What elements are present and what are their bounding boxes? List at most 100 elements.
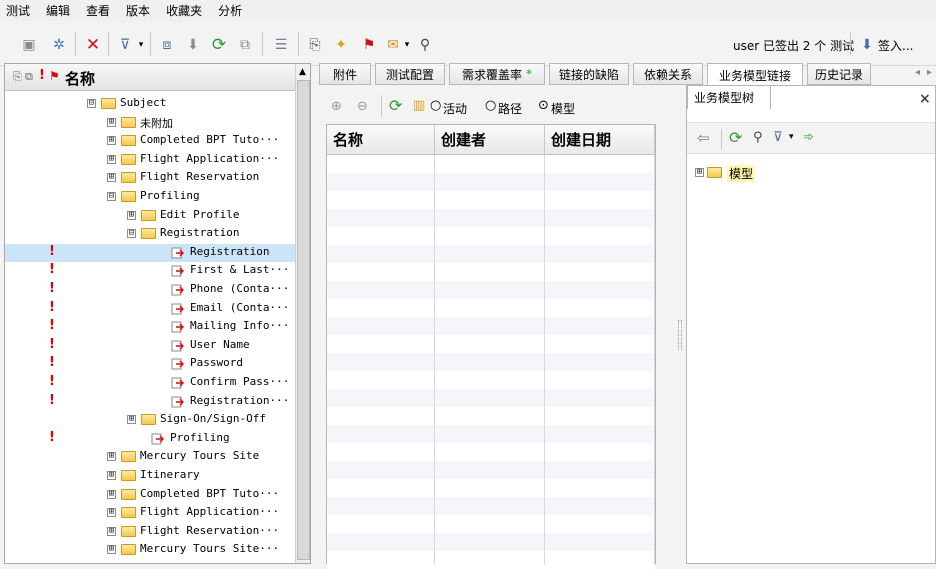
- tree-node-label: Mercury Tours Site···: [140, 542, 280, 556]
- expand-icon[interactable]: ⊞: [695, 168, 704, 177]
- tree-test-node[interactable]: ! Confirm Pass···: [5, 374, 295, 392]
- columns-icon[interactable]: ▥: [413, 98, 425, 113]
- expand-icon[interactable]: ⊞: [127, 415, 136, 425]
- tree-test-node[interactable]: ! First & Last···: [5, 262, 295, 280]
- tree-folder-node[interactable]: ⊟ Registration: [5, 225, 295, 243]
- tab-scroll-left-icon[interactable]: ◂: [915, 67, 920, 78]
- tree-name-header[interactable]: 名称: [65, 68, 95, 89]
- expand-icon[interactable]: ⊞: [107, 154, 116, 164]
- radio-activity[interactable]: ○: [430, 98, 441, 113]
- tab-test-configs[interactable]: 测试配置: [375, 63, 445, 85]
- filter-tree-icon[interactable]: ⊽: [773, 130, 783, 145]
- collapse-icon[interactable]: ⊟: [87, 99, 96, 108]
- details-icon[interactable]: ☰: [272, 36, 290, 54]
- menu-analysis[interactable]: 分析: [218, 2, 242, 19]
- tab-attachments[interactable]: 附件: [319, 63, 371, 85]
- tab-dependencies[interactable]: 依赖关系: [633, 63, 703, 85]
- checkin-icon[interactable]: ⬇: [858, 36, 876, 54]
- add-link-icon[interactable]: ⊕: [331, 99, 342, 114]
- tab-req-coverage[interactable]: 需求覆盖率 *: [449, 63, 545, 85]
- back-icon[interactable]: ⇦: [697, 129, 710, 147]
- add-to-set-icon[interactable]: ✦: [332, 36, 350, 54]
- expand-icon[interactable]: ⊞: [107, 471, 116, 480]
- tree-folder-node[interactable]: ⊞ Sign-On/Sign-Off: [5, 411, 295, 429]
- tree-folder-node[interactable]: ⊞ Mercury Tours Site···: [5, 541, 295, 559]
- col-creation-date[interactable]: 创建日期: [545, 125, 655, 155]
- links-grid: 名称 创建者 创建日期: [326, 124, 656, 569]
- model-root-node[interactable]: ⊞ 模型: [695, 164, 895, 182]
- expand-icon[interactable]: ⊞: [107, 489, 116, 499]
- tree-folder-node[interactable]: ⊞ Completed BPT Tuto···: [5, 132, 295, 150]
- tab-history[interactable]: 历史记录: [807, 63, 871, 85]
- search-icon[interactable]: ⚲: [753, 130, 763, 145]
- attachment-icon[interactable]: ⎘: [306, 36, 324, 54]
- tree-test-node[interactable]: ! Profiling: [5, 430, 295, 448]
- goto-icon[interactable]: ➾: [803, 130, 814, 145]
- tree-folder-node[interactable]: ⊞ Flight Application···: [5, 151, 295, 169]
- checkin-button[interactable]: 签入...: [878, 37, 913, 54]
- tree-test-node[interactable]: ! Email (Conta···: [5, 300, 295, 318]
- pane-splitter[interactable]: [678, 320, 682, 350]
- tab-scroll-right-icon[interactable]: ▸: [927, 67, 932, 78]
- tree-folder-node[interactable]: ⊟ Profiling: [5, 188, 295, 206]
- radio-path[interactable]: ○: [485, 98, 496, 113]
- menu-version[interactable]: 版本: [126, 2, 150, 19]
- refresh-icon[interactable]: ⟳: [210, 35, 228, 55]
- tree-test-node[interactable]: ! User Name: [5, 337, 295, 355]
- expand-icon[interactable]: ⊞: [107, 117, 116, 127]
- collapse-icon[interactable]: ⊟: [127, 229, 136, 239]
- tree-folder-node[interactable]: ⊞ Flight Reservation: [5, 169, 295, 187]
- tree-folder-node[interactable]: ⊞ Mercury Tours Site: [5, 448, 295, 466]
- menu-edit[interactable]: 编辑: [46, 2, 70, 19]
- tree-folder-node[interactable]: ⊞ 未附加: [5, 114, 295, 132]
- scroll-thumb[interactable]: [297, 80, 310, 560]
- tab-linked-defects[interactable]: 链接的缺陷: [549, 63, 629, 85]
- tree-folder-node[interactable]: ⊞ Itinerary: [5, 467, 295, 485]
- menu-test[interactable]: 测试: [6, 2, 30, 19]
- new-folder-icon[interactable]: ▣: [20, 36, 38, 54]
- tab-business-model-links[interactable]: 业务模型链接: [707, 63, 803, 87]
- remove-link-icon[interactable]: ⊖: [357, 99, 368, 114]
- close-icon[interactable]: ×: [919, 91, 931, 107]
- delete-icon[interactable]: ✕: [84, 35, 102, 55]
- expand-icon[interactable]: ⊞: [107, 173, 116, 183]
- col-author[interactable]: 创建者: [435, 125, 545, 155]
- refresh-links-icon[interactable]: ⟳: [389, 96, 402, 115]
- refresh-tree-icon[interactable]: ⟳: [729, 128, 742, 147]
- tree-folder-node[interactable]: ⊞ Flight Reservation···: [5, 523, 295, 541]
- new-test-icon[interactable]: ✲: [50, 36, 68, 54]
- find-icon[interactable]: ⚲: [416, 36, 434, 54]
- filter-tree-dropdown-icon[interactable]: ▾: [789, 132, 794, 142]
- tree-scrollbar[interactable]: ▲: [295, 64, 310, 563]
- tree-folder-node[interactable]: ⊞ Edit Profile: [5, 207, 295, 225]
- checkin-toolbar-icon[interactable]: ⬇: [184, 36, 202, 54]
- expand-icon[interactable]: ⊞: [107, 452, 116, 462]
- tree-test-node[interactable]: ! Registration···: [5, 393, 295, 411]
- expand-icon[interactable]: ⊞: [107, 526, 116, 536]
- tree-folder-node[interactable]: ⊞ Completed BPT Tuto···: [5, 486, 295, 504]
- tree-folder-node[interactable]: ⊟ Subject: [5, 95, 295, 113]
- radio-model[interactable]: ⊙: [538, 98, 549, 113]
- col-name[interactable]: 名称: [327, 125, 435, 155]
- expand-icon[interactable]: ⊞: [127, 210, 136, 220]
- copy-icon[interactable]: ⧉: [236, 36, 254, 54]
- tree-test-node[interactable]: ! Phone (Conta···: [5, 281, 295, 299]
- filter-dropdown-icon[interactable]: ▾: [132, 36, 150, 54]
- menu-favorites[interactable]: 收藏夹: [166, 2, 202, 19]
- expand-icon[interactable]: ⊞: [107, 136, 116, 146]
- tree-folder-node[interactable]: ⊞ Flight Application···: [5, 504, 295, 522]
- expand-icon[interactable]: ⊞: [107, 545, 116, 555]
- business-model-tree-tab[interactable]: 业务模型树: [687, 85, 771, 109]
- mail-dropdown-icon[interactable]: ▾: [398, 36, 416, 54]
- tree-test-node[interactable]: ! Password: [5, 355, 295, 373]
- collapse-icon[interactable]: ⊟: [107, 192, 116, 201]
- flag-icon[interactable]: ⚑: [360, 36, 378, 54]
- menu-view[interactable]: 查看: [86, 2, 110, 19]
- alert-icon: !: [49, 374, 55, 389]
- tree-test-node[interactable]: ! Registration: [5, 243, 295, 262]
- tree-test-node[interactable]: ! Mailing Info···: [5, 318, 295, 336]
- expand-icon[interactable]: ⊞: [107, 508, 116, 518]
- tree-node-label: Completed BPT Tuto···: [140, 486, 280, 500]
- scroll-up-icon[interactable]: ▲: [299, 67, 306, 77]
- checkout-icon[interactable]: ⧈: [158, 36, 176, 54]
